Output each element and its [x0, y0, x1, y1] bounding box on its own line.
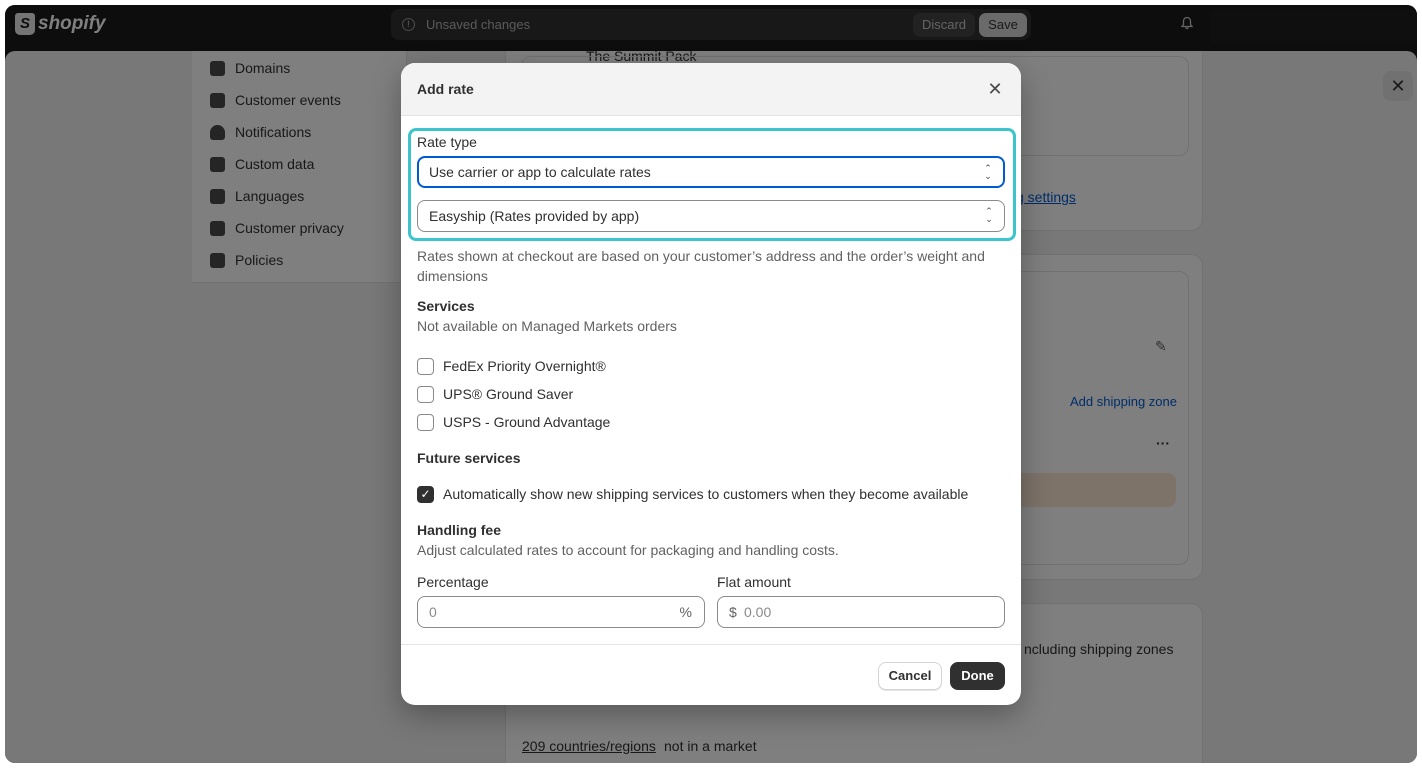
rate-type-label: Rate type [417, 134, 477, 150]
percentage-suffix: % [679, 604, 692, 620]
percentage-placeholder: 0 [429, 604, 437, 620]
handling-fee-heading: Handling fee [417, 522, 502, 538]
cancel-button[interactable]: Cancel [878, 662, 942, 690]
modal-title: Add rate [417, 81, 474, 97]
flat-amount-placeholder: 0.00 [744, 604, 772, 620]
service-label-fedex: FedEx Priority Overnight® [443, 358, 606, 374]
handling-fee-subtext: Adjust calculated rates to account for p… [417, 542, 839, 558]
flat-amount-label: Flat amount [717, 574, 791, 590]
add-rate-modal: Add rate ✕ Rate type Use carrier or app … [401, 63, 1021, 705]
close-icon[interactable]: ✕ [985, 79, 1005, 99]
modal-footer: Cancel Done [401, 644, 1021, 705]
rate-help-text: Rates shown at checkout are based on you… [417, 248, 985, 284]
currency-prefix: $ [729, 604, 737, 620]
service-label-ups: UPS® Ground Saver [443, 386, 574, 402]
services-heading: Services [417, 298, 475, 314]
services-subtext: Not available on Managed Markets orders [417, 318, 677, 334]
service-checkbox-fedex[interactable] [417, 358, 434, 375]
future-services-heading: Future services [417, 450, 521, 466]
done-button[interactable]: Done [950, 662, 1005, 690]
service-checkbox-ups[interactable] [417, 386, 434, 403]
select-chevrons-icon: ⌃ ⌄ [985, 206, 993, 224]
flat-amount-input[interactable]: $ 0.00 [717, 596, 1005, 628]
percentage-input[interactable]: 0 % [417, 596, 705, 628]
modal-header: Add rate ✕ [401, 63, 1021, 116]
provider-select[interactable]: Easyship (Rates provided by app) ⌃ ⌄ [417, 200, 1005, 232]
provider-value: Easyship (Rates provided by app) [429, 208, 640, 224]
rate-type-select[interactable]: Use carrier or app to calculate rates ⌃ ⌄ [417, 156, 1005, 188]
rate-type-value: Use carrier or app to calculate rates [429, 164, 651, 180]
percentage-label: Percentage [417, 574, 489, 590]
service-label-usps: USPS - Ground Advantage [443, 414, 611, 430]
future-services-checkbox[interactable]: ✓ [417, 486, 434, 503]
service-checkbox-usps[interactable] [417, 414, 434, 431]
select-chevrons-icon: ⌃ ⌄ [984, 163, 992, 181]
future-services-label: Automatically show new shipping services… [443, 486, 969, 502]
